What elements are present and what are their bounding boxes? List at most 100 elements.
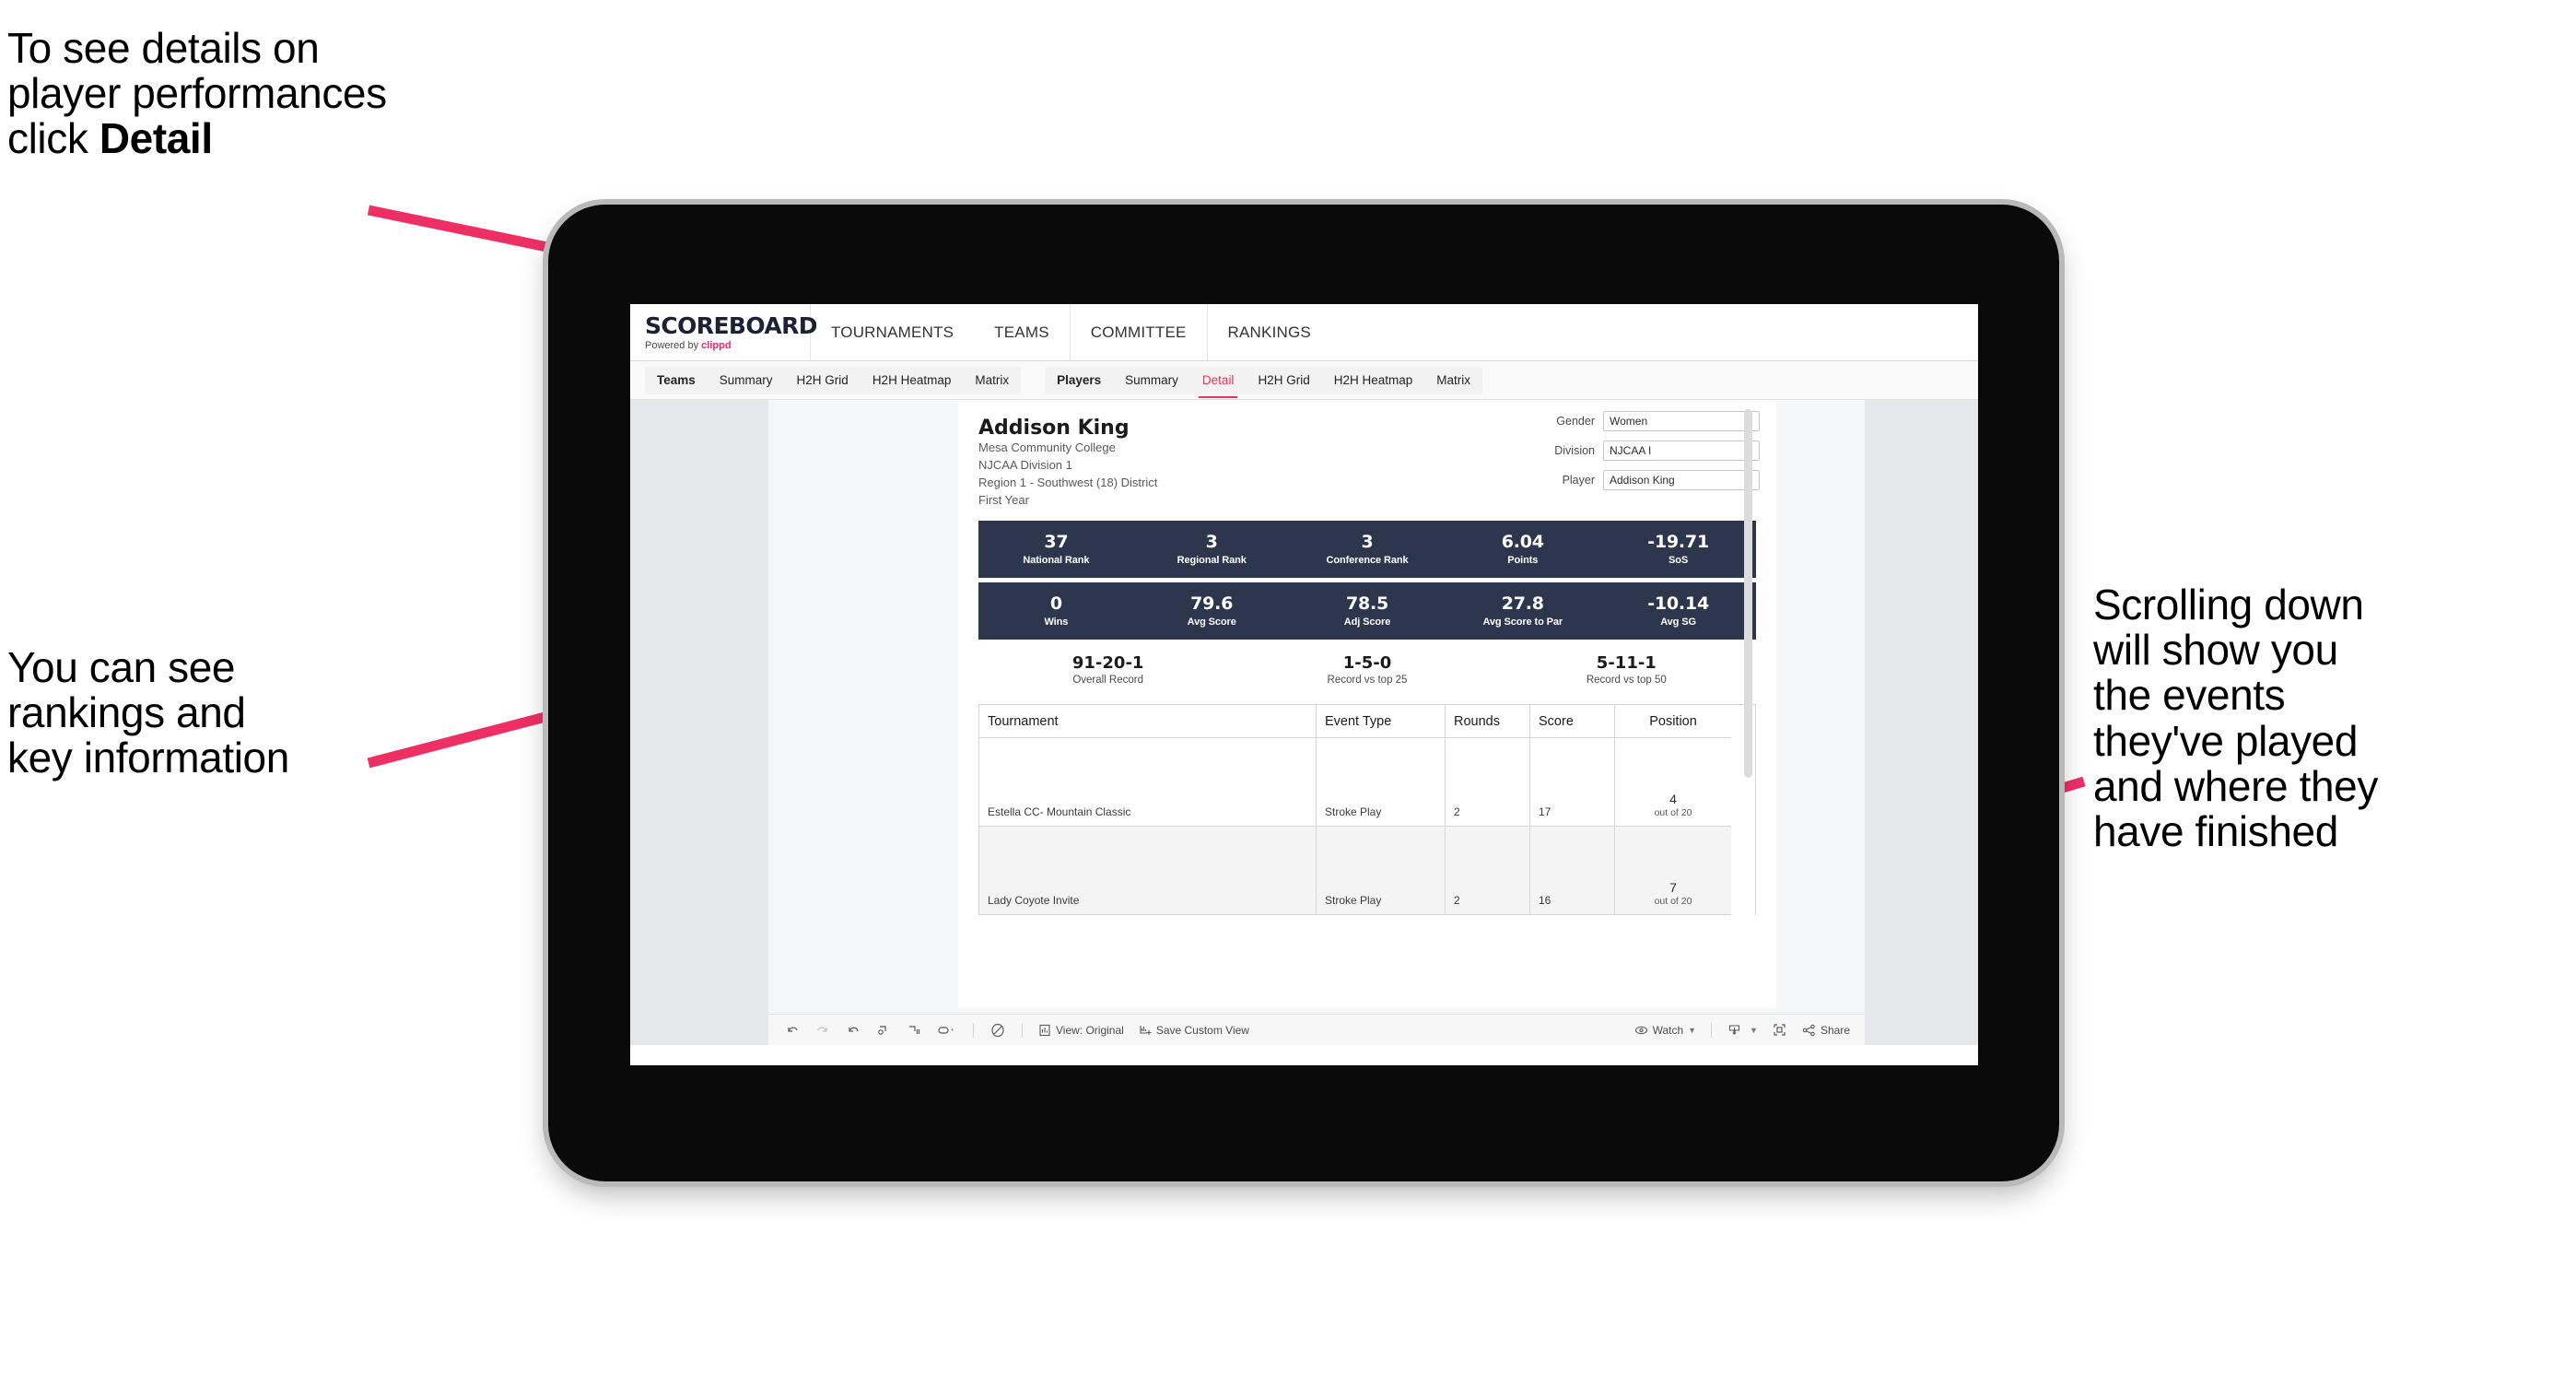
filter-selectors: Gender Women ▼ Division NJCAA I: [1483, 411, 1760, 499]
fullscreen-icon[interactable]: [1773, 1023, 1786, 1037]
stats-bar-scoring: 0 Wins 79.6 Avg Score 78.5 Adj Score 27.…: [978, 581, 1756, 640]
sub-tab-players-summary[interactable]: Summary: [1113, 367, 1190, 394]
sub-tab-teams-h2h-grid[interactable]: H2H Grid: [785, 367, 861, 394]
sub-tab-teams-h2h-heatmap[interactable]: H2H Heatmap: [861, 367, 964, 394]
record-vs-top-50: 5-11-1 Record vs top 50: [1497, 652, 1756, 687]
pause-data-icon[interactable]: [907, 1023, 921, 1038]
stat-label: SoS: [1669, 554, 1689, 566]
stat-sos: -19.71 SoS: [1600, 532, 1756, 566]
save-custom-view-label: Save Custom View: [1155, 1023, 1249, 1037]
sub-nav-group-players: Players Summary Detail H2H Grid H2H Heat…: [1045, 366, 1482, 398]
sub-tab-players[interactable]: Players: [1045, 367, 1113, 394]
top-nav-items: TOURNAMENTS TEAMS COMMITTEE RANKINGS: [811, 304, 1331, 360]
save-custom-view-button[interactable]: Save Custom View: [1139, 1024, 1249, 1037]
sub-tab-teams[interactable]: Teams: [645, 367, 708, 394]
redo-icon[interactable]: [815, 1023, 830, 1038]
player-header: Addison King Mesa Community College NJCA…: [958, 400, 1776, 510]
slide-canvas: To see details on player performances cl…: [0, 0, 2576, 1386]
stat-national-rank: 37 National Rank: [978, 531, 1134, 566]
revert-icon[interactable]: [846, 1023, 861, 1038]
share-button[interactable]: Share: [1802, 1024, 1850, 1037]
gender-selector-row: Gender Women ▼: [1483, 411, 1760, 431]
stat-avg-sg: -10.14 Avg SG: [1600, 593, 1756, 628]
brand-subtitle: Powered by clippd: [645, 339, 810, 351]
stat-label: National Rank: [1023, 554, 1090, 566]
bottom-toolbar: View: Original Save Custom View Watch ▼ …: [768, 1014, 1865, 1045]
brand-powered-name: clippd: [701, 339, 732, 351]
gender-select[interactable]: Women ▼: [1603, 411, 1760, 431]
player-select[interactable]: Addison King ▼: [1603, 470, 1760, 490]
stat-regional-rank: 3 Regional Rank: [1134, 531, 1290, 565]
annotation-top-left: To see details on player performances cl…: [7, 25, 597, 163]
stat-wins: 0 Wins: [978, 593, 1134, 627]
stat-points: 6.04 Points: [1445, 532, 1600, 566]
stat-adj-score: 78.5 Adj Score: [1290, 593, 1446, 627]
td-position: 4 out of 20: [1615, 738, 1731, 828]
top-nav-rankings[interactable]: RANKINGS: [1206, 304, 1331, 360]
stat-value: 3: [1205, 531, 1218, 552]
annotation-right: Scrolling down will show you the events …: [2093, 581, 2378, 856]
record-value: 91-20-1: [1071, 652, 1144, 673]
pause-refresh-icon[interactable]: [989, 1022, 1006, 1039]
chevron-down-icon: ▼: [1750, 1025, 1758, 1035]
vertical-scrollbar-thumb[interactable]: [1744, 409, 1752, 778]
td-event-type: Stroke Play: [1317, 827, 1446, 916]
position-out-of: out of 20: [1654, 896, 1692, 908]
table-header-row: Tournament Event Type Rounds Score Posit…: [979, 705, 1755, 739]
top-nav-teams[interactable]: TEAMS: [974, 304, 1070, 360]
sub-tab-players-matrix[interactable]: Matrix: [1424, 367, 1482, 394]
division-label: Division: [1554, 444, 1595, 457]
dashboard-canvas: Addison King Mesa Community College NJCA…: [630, 400, 1978, 1045]
refresh-data-icon[interactable]: [876, 1023, 891, 1038]
download-button[interactable]: ▼: [1727, 1023, 1758, 1037]
stat-value: 37: [1044, 531, 1069, 552]
table-row[interactable]: Lady Coyote Invite Stroke Play 2 16 7 ou…: [979, 827, 1755, 916]
undo-icon[interactable]: [785, 1023, 800, 1038]
td-rounds: 2: [1446, 827, 1530, 916]
sub-tab-players-detail[interactable]: Detail: [1190, 367, 1247, 398]
division-selector-row: Division NJCAA I ▼: [1483, 440, 1760, 461]
td-score: 17: [1530, 738, 1615, 828]
record-label: Record vs top 25: [1327, 675, 1408, 687]
stat-avg-score: 79.6 Avg Score: [1134, 593, 1290, 628]
stat-label: Avg Score to Par: [1482, 616, 1563, 628]
division-select[interactable]: NJCAA I ▼: [1603, 440, 1760, 461]
table-row[interactable]: Estella CC- Mountain Classic Stroke Play…: [979, 738, 1755, 828]
stat-label: Points: [1507, 554, 1539, 566]
top-navigation-bar: SCOREBOARD Powered by clippd TOURNAMENTS…: [630, 304, 1978, 361]
stat-value: 79.6: [1190, 593, 1234, 614]
brand-powered-prefix: Powered by: [645, 339, 702, 351]
top-nav-tournaments[interactable]: TOURNAMENTS: [811, 304, 974, 360]
td-tournament: Estella CC- Mountain Classic: [979, 738, 1317, 828]
stat-label: Avg SG: [1660, 616, 1696, 628]
td-tournament: Lady Coyote Invite: [979, 827, 1317, 916]
stats-bar-rankings: 37 National Rank 3 Regional Rank 3 Confe…: [978, 520, 1756, 578]
view-original-button[interactable]: View: Original: [1038, 1024, 1124, 1037]
sub-tab-players-h2h-grid[interactable]: H2H Grid: [1246, 367, 1321, 394]
td-position: 7 out of 20: [1615, 827, 1731, 916]
sub-tab-players-h2h-heatmap[interactable]: H2H Heatmap: [1322, 367, 1425, 394]
sub-navigation-bar: Teams Summary H2H Grid H2H Heatmap Matri…: [630, 361, 1978, 400]
watch-button[interactable]: Watch ▼: [1634, 1024, 1696, 1037]
tournament-table: Tournament Event Type Rounds Score Posit…: [978, 704, 1756, 916]
brand-title: SCOREBOARD: [645, 311, 818, 339]
annotation-top-left-bold: Detail: [99, 114, 213, 163]
top-nav-committee[interactable]: COMMITTEE: [1069, 304, 1207, 360]
stat-label: Avg Score: [1187, 616, 1236, 628]
th-score: Score: [1530, 705, 1615, 739]
highlight-icon[interactable]: [937, 1023, 957, 1038]
stat-value: 0: [1049, 593, 1062, 614]
record-value: 5-11-1: [1596, 652, 1657, 673]
player-select-value: Addison King: [1610, 474, 1675, 487]
stat-label: Conference Rank: [1326, 554, 1409, 566]
sub-nav-group-teams: Teams Summary H2H Grid H2H Heatmap Matri…: [645, 366, 1022, 394]
toolbar-divider: [973, 1022, 974, 1038]
sub-tab-teams-matrix[interactable]: Matrix: [963, 367, 1021, 394]
th-rounds: Rounds: [1446, 705, 1530, 739]
position-number: 7: [1669, 880, 1677, 896]
record-vs-top-25: 1-5-0 Record vs top 25: [1237, 652, 1496, 687]
brand-logo[interactable]: SCOREBOARD Powered by clippd: [630, 304, 818, 360]
record-label: Record vs top 50: [1586, 675, 1667, 687]
record-value: 1-5-0: [1342, 652, 1392, 673]
sub-tab-teams-summary[interactable]: Summary: [708, 367, 785, 394]
